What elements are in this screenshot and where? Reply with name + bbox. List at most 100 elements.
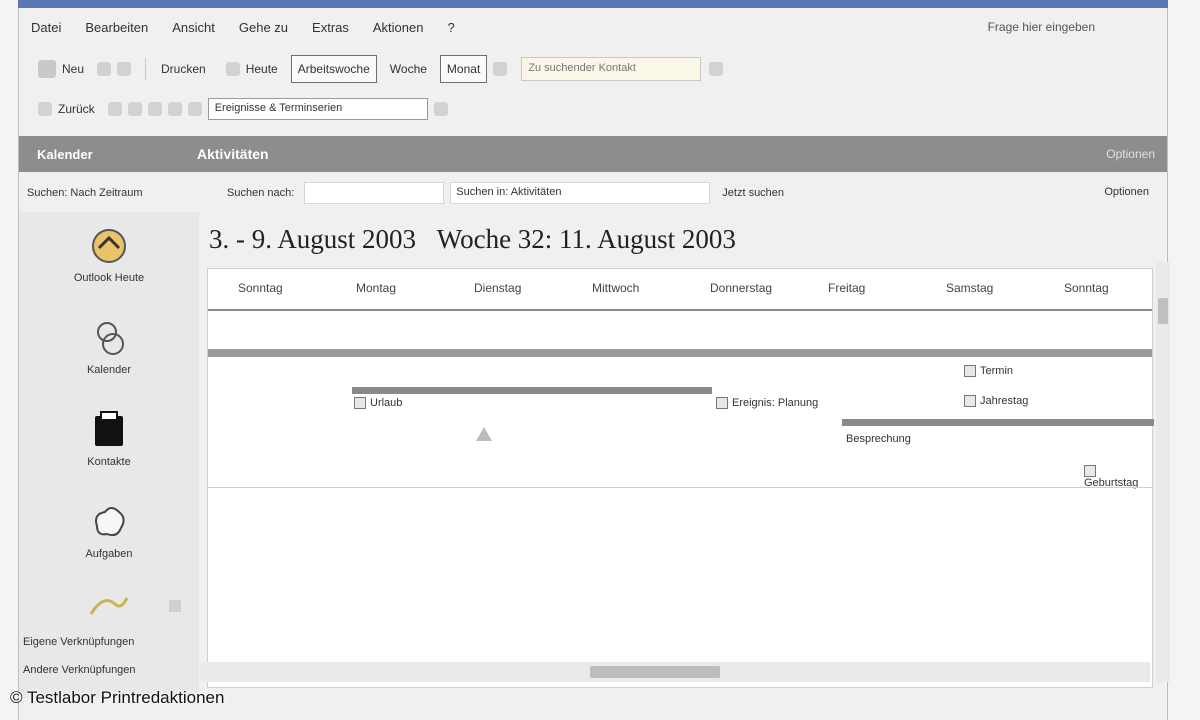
other-shortcuts-link[interactable]: Andere Verknüpfungen [23, 664, 136, 676]
web-toolbar: Zurück Ereignisse & Terminserien [19, 90, 1167, 128]
folder-label[interactable]: Kalender [37, 147, 197, 162]
horizontal-scroll-thumb[interactable] [590, 666, 720, 678]
event-meeting[interactable]: Besprechung [846, 433, 911, 445]
event-bar-meeting[interactable] [842, 419, 1154, 426]
sidebar-item-label: Outlook Heute [73, 272, 145, 284]
refresh-icon[interactable] [147, 102, 162, 116]
my-shortcuts-link[interactable]: Eigene Verknüpfungen [23, 636, 134, 648]
help-question-input[interactable]: Frage hier eingeben [988, 20, 1095, 34]
week-range-text: Woche 32: 11. August 2003 [436, 224, 736, 254]
day-header[interactable]: Dienstag [444, 269, 562, 309]
toolbar-separator [145, 58, 147, 80]
event-label: Besprechung [846, 433, 911, 445]
outlook-today-icon [92, 229, 126, 263]
sidebar-item-contacts[interactable]: Kontakte [59, 408, 159, 468]
menu-view[interactable]: Ansicht [172, 20, 215, 35]
print-button[interactable]: Drucken [154, 55, 213, 83]
day-header[interactable]: Samstag [916, 269, 1034, 309]
horizontal-scrollbar[interactable] [200, 662, 1150, 682]
day-header[interactable]: Montag [326, 269, 444, 309]
event-icon [964, 395, 976, 408]
grid-divider [208, 487, 1152, 488]
month-button[interactable]: Monat [439, 55, 488, 83]
week-button[interactable]: Woche [383, 55, 434, 83]
new-button[interactable]: Neu [31, 55, 91, 83]
banner-options-link[interactable]: Optionen [1106, 147, 1155, 161]
folder-banner: Kalender Aktivitäten Optionen [19, 136, 1167, 172]
chevron-down-icon[interactable] [433, 102, 448, 116]
sidebar-item-tasks[interactable]: Aufgaben [59, 500, 159, 560]
event-label: Ereignis: Planung [732, 397, 819, 409]
app-frame: Datei Bearbeiten Ansicht Gehe zu Extras … [18, 8, 1168, 720]
tasks-icon [95, 507, 125, 537]
favorites-icon[interactable] [187, 102, 202, 116]
event-icon [354, 397, 366, 410]
menu-go[interactable]: Gehe zu [239, 20, 288, 35]
find-options-link[interactable]: Optionen [1104, 186, 1149, 198]
menu-edit[interactable]: Bearbeiten [85, 20, 148, 35]
new-icon [38, 60, 56, 78]
week-divider [208, 349, 1152, 357]
workweek-label: Arbeitswoche [297, 62, 370, 76]
print-label: Drucken [161, 62, 206, 76]
menu-extras[interactable]: Extras [312, 20, 349, 35]
day-header[interactable]: Sonntag [1034, 269, 1152, 309]
day-header[interactable]: Donnerstag [680, 269, 798, 309]
move-icon[interactable] [117, 62, 132, 76]
search-in-dropdown[interactable]: Suchen in: Aktivitäten [450, 182, 711, 204]
event-label: Termin [980, 365, 1014, 377]
vertical-scrollbar[interactable] [1156, 262, 1170, 682]
day-header[interactable]: Freitag [798, 269, 916, 309]
day-header[interactable]: Mittwoch [562, 269, 680, 309]
help-icon[interactable] [709, 62, 724, 76]
week-grid[interactable]: Sonntag Montag Dienstag Mittwoch Donners… [207, 268, 1154, 688]
event-birthday[interactable]: Geburtstag [1084, 465, 1152, 489]
date-range-title: 3. - 9. August 2003 Woche 32: 11. August… [209, 224, 736, 255]
reminder-bell-icon [476, 427, 492, 441]
back-arrow-icon [38, 102, 52, 116]
folder-title: Aktivitäten [197, 146, 269, 162]
menu-actions[interactable]: Aktionen [373, 20, 424, 35]
stop-icon[interactable] [127, 102, 142, 116]
outlook-window: Datei Bearbeiten Ansicht Gehe zu Extras … [0, 0, 1200, 720]
day-header[interactable]: Sonntag [208, 269, 326, 309]
scroll-down-arrow-icon[interactable] [169, 600, 181, 612]
sidebar-item-label: Aufgaben [85, 548, 133, 560]
search-for-label: Suchen nach: [227, 187, 295, 199]
event-bar-vacation[interactable] [352, 387, 712, 394]
date-range-text: 3. - 9. August 2003 [209, 224, 417, 254]
event-appointment[interactable]: Termin [964, 365, 1014, 378]
event-anniversary[interactable]: Jahrestag [964, 395, 1029, 408]
event-label: Jahrestag [980, 395, 1029, 407]
event-icon [716, 397, 728, 410]
find-bar: Suchen: Nach Zeitraum Suchen nach: Suche… [19, 178, 1167, 208]
day-header-row: Sonntag Montag Dienstag Mittwoch Donners… [208, 269, 1152, 311]
home-icon[interactable] [167, 102, 182, 116]
menu-file[interactable]: Datei [31, 20, 61, 35]
week-label: Woche [389, 62, 427, 76]
view-selector-dropdown[interactable]: Ereignisse & Terminserien [207, 98, 428, 120]
today-icon [225, 62, 240, 76]
sidebar-item-outlook-today[interactable]: Outlook Heute [59, 224, 159, 284]
find-icon[interactable] [493, 62, 508, 76]
forward-icon[interactable] [107, 102, 122, 116]
sidebar-item-calendar[interactable]: Kalender [59, 316, 159, 376]
event-vacation[interactable]: Urlaub [354, 397, 402, 410]
print-icon[interactable] [97, 62, 112, 76]
back-button[interactable]: Zurück [31, 95, 102, 123]
contact-search-input[interactable]: Zu suchender Kontakt [521, 57, 702, 81]
today-button[interactable]: Heute [219, 55, 285, 83]
workweek-button[interactable]: Arbeitswoche [290, 55, 377, 83]
event-icon [1084, 465, 1096, 478]
sidebar-item-label: Kalender [86, 364, 132, 376]
menu-help[interactable]: ? [447, 20, 454, 35]
title-bar [18, 0, 1168, 8]
vertical-scroll-thumb[interactable] [1158, 298, 1168, 324]
search-for-input[interactable] [304, 182, 445, 204]
today-label: Heute [245, 62, 278, 76]
event-planning[interactable]: Ereignis: Planung [716, 397, 819, 410]
sidebar-item-label: Kontakte [87, 456, 131, 468]
standard-toolbar: Neu Drucken Heute Arbeitswoche Woche Mon… [19, 50, 1167, 88]
notes-icon[interactable] [87, 590, 131, 620]
find-now-button[interactable]: Jetzt suchen [722, 187, 784, 199]
